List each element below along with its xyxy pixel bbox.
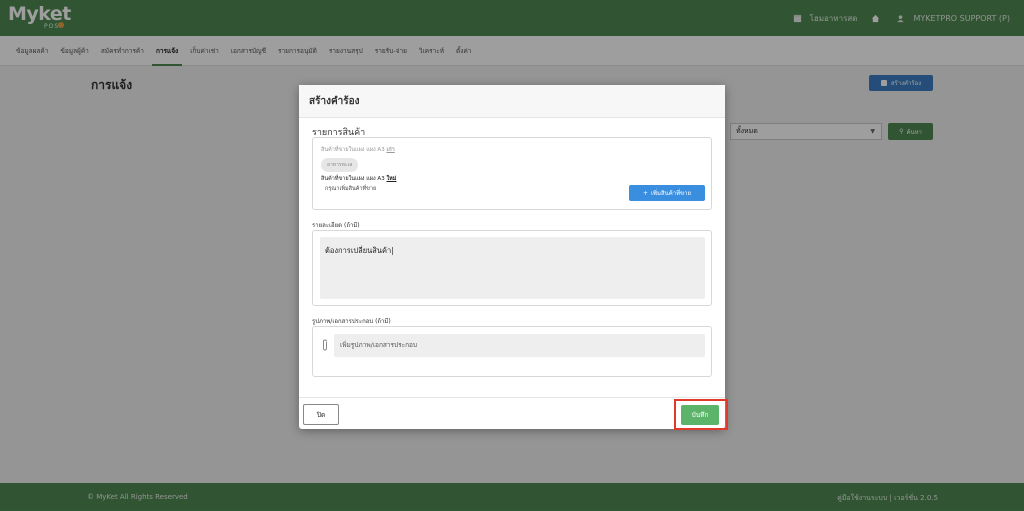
detail-textarea[interactable]: ต้องการเปลี่ยนสินค้า| — [320, 237, 705, 299]
close-button[interactable]: ปิด — [303, 404, 339, 425]
new-product-hint: กรุณาเพิ่มสินค้าที่ขาย — [325, 186, 377, 192]
new-tag: ใหม่ — [386, 176, 397, 182]
old-product-text: สินค้าที่ขายในแผง แผง A3 — [321, 147, 385, 153]
create-request-modal: สร้างคำร้อง รายการสินค้า สินค้าที่ขายในแ… — [299, 85, 728, 430]
attach-label: รูปภาพ/เอกสารประกอบ (ถ้ามี) — [312, 318, 391, 325]
detail-label: รายละเอียด (ถ้ามี) — [312, 222, 360, 229]
add-product-label: เพิ่มสินค้าที่ขาย — [650, 190, 692, 197]
attach-box: เพิ่มรูปภาพ/เอกสารประกอบ — [312, 326, 712, 377]
old-tag: เก่า — [386, 147, 395, 153]
detail-box: ต้องการเปลี่ยนสินค้า| — [312, 230, 712, 306]
paperclip-icon — [323, 339, 327, 351]
old-product-chip: อาหารทะเล — [321, 158, 359, 172]
add-product-button[interactable]: + เพิ่มสินค้าที่ขาย — [629, 185, 705, 201]
save-button[interactable]: บันทึก — [681, 405, 719, 425]
attach-upload-field[interactable]: เพิ่มรูปภาพ/เอกสารประกอบ — [334, 334, 705, 357]
new-product-text: สินค้าที่ขายในแผง แผง A3 — [321, 176, 385, 182]
modal-title: สร้างคำร้อง — [299, 85, 725, 118]
old-product-line: สินค้าที่ขายในแผง แผง A3 เก่า — [321, 146, 395, 154]
product-box: สินค้าที่ขายในแผง แผง A3 เก่า อาหารทะเล … — [312, 137, 712, 210]
modal-footer-divider — [299, 397, 725, 398]
save-button-highlight: บันทึก — [674, 399, 728, 430]
plus-icon: + — [642, 189, 648, 197]
new-product-line: สินค้าที่ขายในแผง แผง A3 ใหม่ — [321, 175, 396, 183]
